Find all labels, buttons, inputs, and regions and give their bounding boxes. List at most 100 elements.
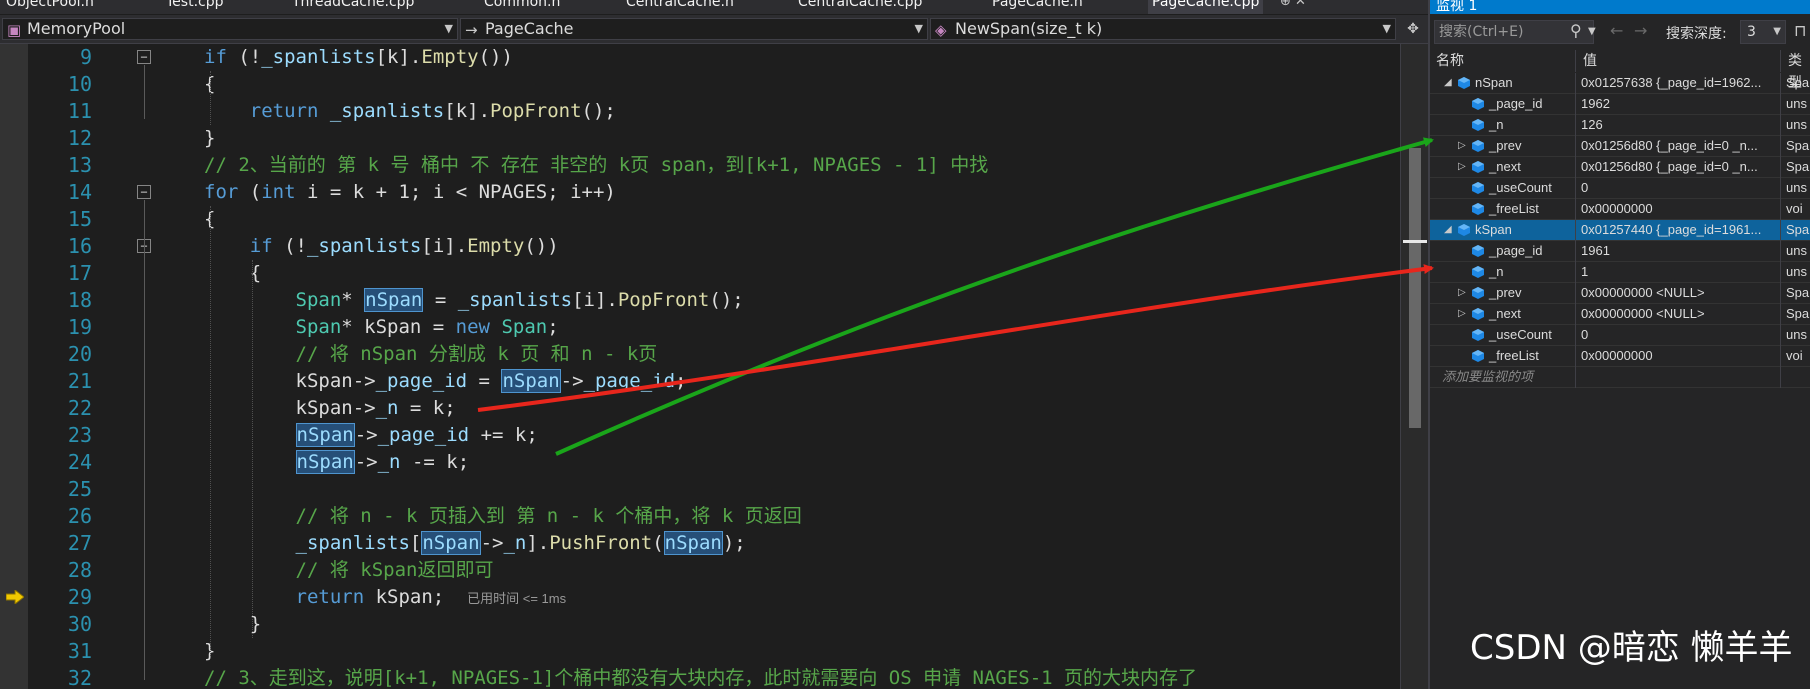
watch-value-cell[interactable]: 0x00000000 <NULL> [1577, 304, 1781, 325]
code-token: if [204, 46, 227, 68]
watch-name-cell: _useCount [1430, 178, 1576, 199]
watch-row-prev[interactable]: ▷ _prev 0x01256d80 {_page_id=0 _n... Spa [1430, 136, 1810, 157]
expand-arrow-icon[interactable]: ▷ [1458, 157, 1466, 177]
forward-arrow-icon[interactable]: → [1634, 21, 1647, 40]
watch-value-cell[interactable]: 1 [1577, 262, 1781, 283]
scope-combo[interactable]: → PageCache ▼ [460, 18, 928, 40]
tab-common-h[interactable]: Common.h [484, 0, 560, 14]
code-token: _n [375, 397, 399, 419]
watch-row-prev[interactable]: ▷ _prev 0x00000000 <NULL> Spa [1430, 283, 1810, 304]
highlighted-reference[interactable]: nSpan [663, 531, 723, 555]
watch-row-n[interactable]: _n 126 uns [1430, 115, 1810, 136]
highlighted-reference[interactable]: nSpan [421, 531, 481, 555]
variable-cube-icon [1472, 161, 1484, 173]
add-watch-placeholder[interactable]: 添加要监视的项 [1430, 367, 1576, 388]
tab-close-icon[interactable]: ⊕ ✕ [1280, 0, 1306, 9]
tab-centralcache-cpp[interactable]: CentralCache.cpp [798, 0, 922, 14]
code-text: return _spanlists[k].PopFront(); [204, 98, 616, 125]
tab-pagecache-cpp[interactable]: PageCache.cpp [1148, 0, 1264, 14]
watch-title: 监视 1 [1436, 0, 1478, 14]
collapse-arrow-icon[interactable]: ◢ [1444, 220, 1452, 240]
code-token: _spanlists [329, 100, 445, 122]
watch-row-nspan[interactable]: ◢ nSpan 0x01257638 {_page_id=1962... Spa [1430, 73, 1810, 94]
watch-row-freelist[interactable]: _freeList 0x00000000 voi [1430, 346, 1810, 367]
watch-value-cell[interactable]: 0x01257440 {_page_id=1961... [1577, 220, 1781, 241]
project-combo[interactable]: ▣ MemoryPool ▼ [2, 18, 458, 40]
search-icon[interactable]: ⚲ [1570, 21, 1582, 40]
watch-type-cell: Spa [1786, 306, 1810, 321]
code-token: i = k + 1; i < NPAGES; i++) [295, 181, 616, 203]
tab-centralcache-h[interactable]: CentralCache.h [626, 0, 734, 14]
tab-threadcache-cpp[interactable]: ThreadCache.cpp [292, 0, 414, 14]
watch-value-cell[interactable]: 1962 [1577, 94, 1781, 115]
code-token: (); [709, 289, 744, 311]
collapse-icon[interactable]: − [137, 50, 151, 64]
watch-row-kspan[interactable]: ◢ kSpan 0x01257440 {_page_id=1961... Spa [1430, 220, 1810, 241]
watch-row-freelist[interactable]: _freeList 0x00000000 voi [1430, 199, 1810, 220]
code-area[interactable]: 9− if (!_spanlists[k].Empty()) 10{11 retur… [0, 44, 1400, 689]
code-line-13[interactable]: 13 // 2、当前的 第 k 号 桶中 不 存在 非空的 k页 span，到[k… [0, 152, 1400, 179]
watch-value-cell[interactable]: 0x01257638 {_page_id=1962... [1577, 73, 1781, 94]
watch-row-page_id[interactable]: _page_id 1962 uns [1430, 94, 1810, 115]
highlighted-reference[interactable]: nSpan [295, 450, 355, 474]
back-arrow-icon[interactable]: ← [1610, 21, 1623, 40]
vertical-scrollbar[interactable] [1400, 44, 1428, 689]
watch-name-text: _useCount [1489, 327, 1552, 342]
watch-value-cell[interactable]: 0x01256d80 {_page_id=0 _n... [1577, 157, 1781, 178]
code-line-32[interactable]: 32 // 3、走到这，说明[k+1, NPAGES-1]个桶中都没有大块内存，此… [0, 665, 1400, 689]
code-text: if (!_spanlists[k].Empty()) [204, 44, 513, 71]
current-statement-arrow-icon [6, 590, 24, 604]
expand-arrow-icon[interactable]: ▷ [1458, 304, 1466, 324]
code-text: nSpan->_page_id += k; [204, 422, 538, 449]
watch-name-cell: _freeList [1430, 346, 1576, 367]
column-header-value[interactable]: 值 [1577, 50, 1781, 72]
tab-test-cpp[interactable]: Test.cpp [166, 0, 224, 14]
highlighted-reference[interactable]: nSpan [295, 423, 355, 447]
search-depth-select[interactable]: 3 ▼ [1740, 20, 1786, 44]
watch-value-cell[interactable]: 0x00000000 [1577, 346, 1781, 367]
expand-arrow-icon[interactable]: ▷ [1458, 136, 1466, 156]
watch-value-cell[interactable]: 0x00000000 [1577, 199, 1781, 220]
watch-row-next[interactable]: ▷ _next 0x00000000 <NULL> Spa [1430, 304, 1810, 325]
code-token: kSpan-> [204, 370, 376, 392]
watch-value-cell[interactable]: 1961 [1577, 241, 1781, 262]
expand-arrow-icon[interactable]: ▷ [1458, 283, 1466, 303]
code-text: nSpan->_n -= k; [204, 449, 469, 476]
watch-value-cell[interactable]: 0 [1577, 325, 1781, 346]
watch-value-cell[interactable]: 0 [1577, 178, 1781, 199]
watch-row-usecount[interactable]: _useCount 0 uns [1430, 325, 1810, 346]
split-icon[interactable]: ✥ [1402, 19, 1424, 41]
highlighted-reference[interactable]: nSpan [364, 288, 424, 312]
code-token: [i]. [421, 235, 468, 257]
highlighted-reference[interactable]: nSpan [501, 369, 561, 393]
watch-value-cell[interactable]: 0x01256d80 {_page_id=0 _n... [1577, 136, 1781, 157]
code-line-14[interactable]: 14 − for (int i = k + 1; i < NPAGES; i++) [0, 179, 1400, 206]
collapse-icon[interactable]: − [137, 185, 151, 199]
watch-row-next[interactable]: ▷ _next 0x01256d80 {_page_id=0 _n... Spa [1430, 157, 1810, 178]
code-line-9[interactable]: 9 − if (!_spanlists[k].Empty()) [0, 44, 1400, 71]
collapse-arrow-icon[interactable]: ◢ [1444, 73, 1452, 93]
add-watch-row[interactable]: 添加要监视的项 [1430, 367, 1810, 388]
watch-value-cell[interactable]: 0x00000000 <NULL> [1577, 283, 1781, 304]
column-header-type[interactable]: 类型 [1782, 50, 1810, 91]
watch-row-page_id[interactable]: _page_id 1961 uns [1430, 241, 1810, 262]
watch-name-cell: _page_id [1430, 241, 1576, 262]
scope-combo-value: PageCache [485, 19, 574, 38]
chevron-down-icon[interactable]: ▼ [1588, 26, 1596, 37]
tab-objectpool-h[interactable]: ObjectPool.h [6, 0, 94, 14]
watch-row-usecount[interactable]: _useCount 0 uns [1430, 178, 1810, 199]
code-token: return [249, 100, 319, 122]
line-number: 16 [67, 234, 92, 258]
column-header-name[interactable]: 名称 [1430, 50, 1576, 72]
variable-cube-icon [1472, 329, 1484, 341]
tab-pagecache-h[interactable]: PageCache.h [992, 0, 1083, 14]
line-number: 17 [67, 261, 92, 285]
member-combo[interactable]: ◈ NewSpan(size_t k) ▼ [930, 18, 1396, 40]
pin-icon[interactable]: ⊓ [1794, 21, 1806, 40]
scrollbar-thumb[interactable] [1409, 148, 1421, 428]
watch-row-n[interactable]: _n 1 uns [1430, 262, 1810, 283]
code-line-12[interactable]: 12} [0, 125, 1400, 152]
watch-type-cell [1782, 367, 1810, 388]
watch-value-cell[interactable]: 126 [1577, 115, 1781, 136]
